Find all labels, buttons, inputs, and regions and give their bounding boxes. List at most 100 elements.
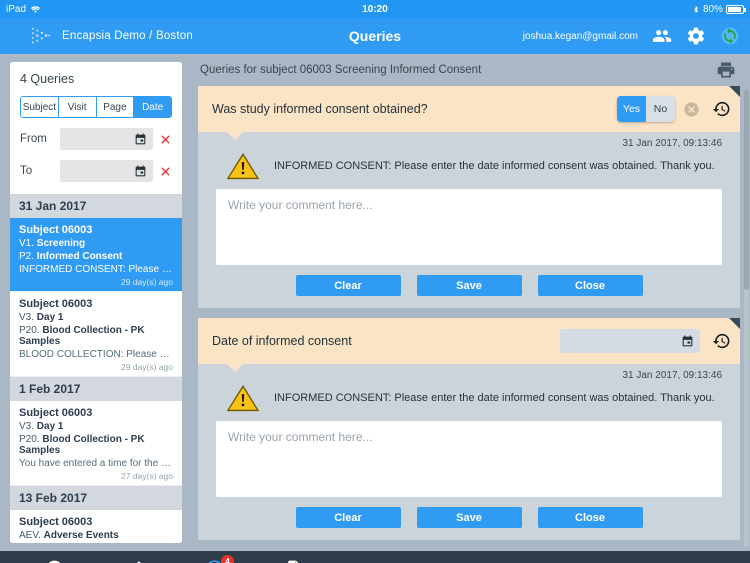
gear-icon[interactable] bbox=[686, 26, 706, 46]
item-description: INFORMED CONSENT: Please enter th... bbox=[19, 264, 173, 275]
query-card-header: Date of informed consent bbox=[198, 318, 740, 372]
save-button[interactable]: Save bbox=[416, 507, 522, 528]
tab-waiting-room[interactable]: Waiting Room bbox=[14, 559, 94, 563]
item-page-name: Informed Consent bbox=[36, 251, 123, 262]
group-header: 31 Jan 2017 bbox=[10, 194, 182, 218]
query-cards: Was study informed consent obtained? Yes… bbox=[198, 86, 740, 551]
print-icon[interactable] bbox=[716, 60, 736, 80]
segment-page[interactable]: Page bbox=[96, 97, 135, 117]
sort-segmented-control[interactable]: Subject Visit Page Date bbox=[20, 96, 172, 118]
segment-visit[interactable]: Visit bbox=[58, 97, 97, 117]
history-icon[interactable] bbox=[712, 100, 731, 119]
filter-to-input[interactable] bbox=[60, 160, 153, 182]
people-icon[interactable] bbox=[652, 26, 672, 46]
yesno-toggle[interactable]: Yes No bbox=[617, 96, 675, 122]
query-card-body: 31 Jan 2017, 09:13:46 INFORMED CONSENT: … bbox=[198, 132, 740, 308]
main-header: Queries for subject 06003 Screening Info… bbox=[190, 54, 750, 86]
item-visit-code: AEV. bbox=[19, 530, 41, 541]
bluetooth-icon bbox=[694, 5, 698, 13]
question-control: Yes No bbox=[617, 96, 700, 122]
item-visit: V3. Day 1 bbox=[19, 312, 173, 323]
card-actions: Clear Save Close bbox=[216, 275, 722, 296]
save-button[interactable]: Save bbox=[416, 275, 522, 296]
item-subject: Subject 06003 bbox=[19, 298, 93, 310]
tab-entry[interactable]: Entry bbox=[94, 559, 174, 563]
sync-icon[interactable] bbox=[720, 26, 740, 46]
query-card-body: 31 Jan 2017, 09:13:46 INFORMED CONSENT: … bbox=[198, 364, 740, 540]
card-notch bbox=[226, 131, 244, 140]
warning-icon bbox=[226, 384, 260, 412]
query-card: Date of informed consent 31 Jan 2017, 09… bbox=[198, 318, 740, 540]
battery-percent: 80% bbox=[702, 3, 723, 15]
tab-queries[interactable]: 4 Queries bbox=[174, 555, 254, 563]
item-age: 27 day(s) ago bbox=[121, 471, 173, 481]
document-icon bbox=[287, 560, 298, 563]
filter-from-label: From bbox=[20, 133, 47, 145]
close-button[interactable]: Close bbox=[537, 275, 643, 296]
item-visit: V3. Day 1 bbox=[19, 421, 173, 432]
query-count-label: 4 Queries bbox=[20, 72, 75, 86]
status-time: 10:20 bbox=[362, 3, 388, 15]
list-item[interactable]: Subject 06003 V3. Day 1 P20. Blood Colle… bbox=[10, 401, 182, 486]
question-control bbox=[560, 329, 700, 353]
list-item[interactable]: Subject 06003 AEV. Adverse Events AEV. A… bbox=[10, 510, 182, 543]
clear-button[interactable]: Clear bbox=[295, 507, 401, 528]
queries-badge: 4 bbox=[221, 555, 234, 563]
card-actions: Clear Save Close bbox=[216, 507, 722, 528]
corner-fold-icon bbox=[729, 86, 740, 97]
vertical-scrollbar[interactable] bbox=[744, 90, 749, 547]
item-page-code: P2. bbox=[19, 251, 35, 262]
filter-from-input[interactable] bbox=[60, 128, 153, 150]
item-visit-name: Day 1 bbox=[36, 421, 64, 432]
body-row: 4 Queries Subject Visit Page Date From T… bbox=[0, 54, 750, 551]
item-page: P2. Informed Consent bbox=[19, 251, 173, 262]
clear-button[interactable]: Clear bbox=[295, 275, 401, 296]
main-header-title: Queries for subject 06003 Screening Info… bbox=[200, 64, 482, 76]
item-visit-name: Adverse Events bbox=[43, 530, 119, 541]
list-item[interactable]: Subject 06003 V1. Screening P2. Informed… bbox=[10, 218, 182, 292]
question-text: Was study informed consent obtained? bbox=[212, 101, 428, 116]
clear-circle-icon[interactable] bbox=[683, 101, 700, 118]
query-list[interactable]: 31 Jan 2017 Subject 06003 V1. Screening … bbox=[10, 194, 182, 543]
list-item[interactable]: Subject 06003 V3. Day 1 P20. Blood Colle… bbox=[10, 292, 182, 377]
cards-scroll-area[interactable]: Was study informed consent obtained? Yes… bbox=[198, 86, 750, 551]
segment-subject[interactable]: Subject bbox=[21, 97, 59, 117]
item-page-code: P20. bbox=[19, 434, 40, 445]
close-button[interactable]: Close bbox=[537, 507, 643, 528]
ios-status-bar: iPad 10:20 80% bbox=[0, 0, 750, 18]
yes-option[interactable]: Yes bbox=[617, 96, 646, 122]
item-page: P20. Blood Collection - PK Samples bbox=[19, 325, 173, 347]
query-timestamp: 31 Jan 2017, 09:13:46 bbox=[622, 370, 722, 381]
history-icon[interactable] bbox=[712, 332, 731, 351]
date-input[interactable] bbox=[560, 329, 700, 353]
item-subject: Subject 06003 bbox=[19, 407, 93, 419]
item-visit: V1. Screening bbox=[19, 238, 173, 249]
navbar-actions: joshua.kegan@gmail.com bbox=[523, 26, 740, 46]
queries-sidebar: 4 Queries Subject Visit Page Date From T… bbox=[0, 54, 190, 551]
tab-resources[interactable]: Resources bbox=[254, 559, 334, 563]
calendar-icon bbox=[135, 165, 146, 176]
clear-x-icon[interactable] bbox=[159, 165, 172, 178]
clear-x-icon[interactable] bbox=[159, 133, 172, 146]
comment-input[interactable]: Write your comment here... bbox=[216, 189, 722, 265]
item-subject: Subject 06003 bbox=[19, 224, 93, 236]
scrollbar-thumb[interactable] bbox=[744, 90, 749, 290]
calendar-icon bbox=[682, 335, 693, 346]
query-message: INFORMED CONSENT: Please enter the date … bbox=[274, 392, 715, 404]
comment-input[interactable]: Write your comment here... bbox=[216, 421, 722, 497]
segment-date[interactable]: Date bbox=[134, 97, 171, 117]
app-root: iPad 10:20 80% Encapsia Demo / Boston Qu… bbox=[0, 0, 750, 563]
battery-icon bbox=[726, 4, 746, 14]
brand-area: Encapsia Demo / Boston bbox=[10, 26, 193, 46]
item-age: 29 day(s) ago bbox=[121, 277, 173, 287]
no-option[interactable]: No bbox=[646, 96, 675, 122]
query-message-row: INFORMED CONSENT: Please enter the date … bbox=[216, 149, 722, 189]
brand-label: Encapsia Demo / Boston bbox=[62, 30, 193, 42]
calendar-icon bbox=[135, 133, 146, 144]
item-visit-name: Screening bbox=[36, 238, 86, 249]
user-email: joshua.kegan@gmail.com bbox=[522, 30, 638, 42]
group-header: 1 Feb 2017 bbox=[10, 377, 182, 401]
filter-from-row: From bbox=[20, 128, 172, 150]
query-card-header: Was study informed consent obtained? Yes… bbox=[198, 86, 740, 140]
encapsia-logo-icon bbox=[31, 27, 51, 44]
